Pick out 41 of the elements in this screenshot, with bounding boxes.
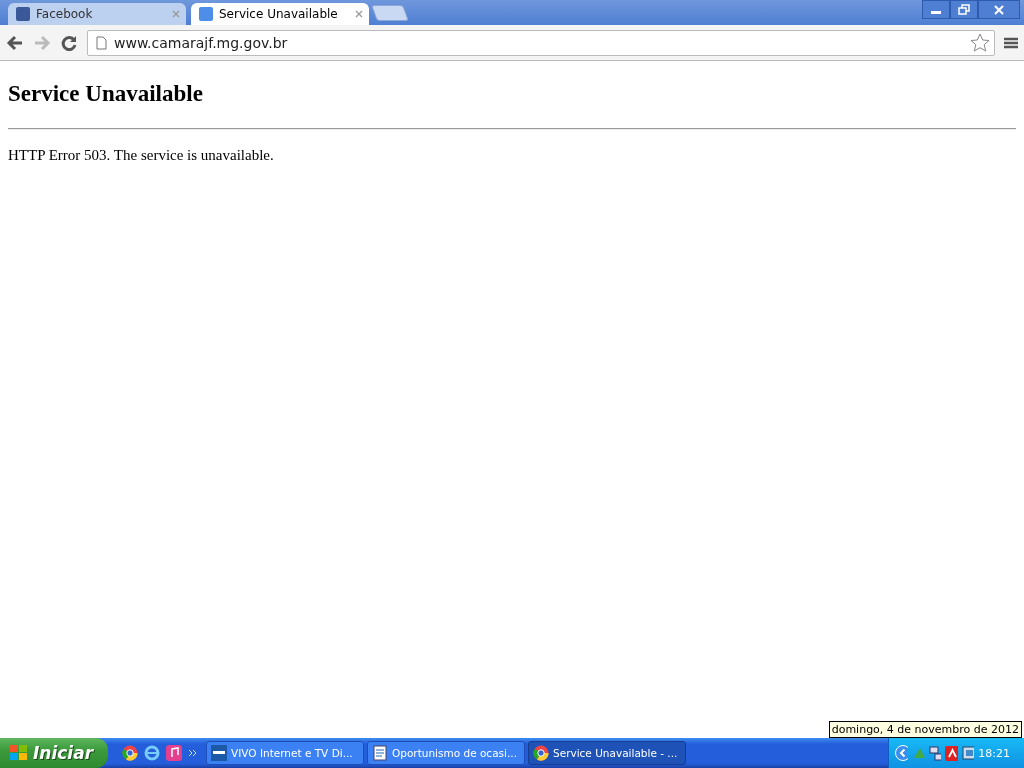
tab-title: Service Unavailable: [219, 7, 339, 21]
browser-tab[interactable]: Service Unavailable: [191, 3, 369, 25]
url-text: www.camarajf.mg.gov.br: [114, 34, 289, 51]
taskbar-button[interactable]: Service Unavailable - ...: [528, 741, 686, 765]
date-tooltip: domingo, 4 de novembro de 2012: [828, 721, 1022, 738]
minimize-icon: [931, 11, 941, 14]
chevron-icon[interactable]: [188, 748, 198, 758]
star-icon[interactable]: [970, 33, 990, 52]
chrome-icon: [533, 745, 549, 761]
chrome-icon[interactable]: [122, 745, 138, 761]
app-logo-icon: [211, 745, 227, 761]
antivirus-icon[interactable]: [945, 745, 958, 761]
close-button[interactable]: [978, 0, 1020, 19]
browser-tab[interactable]: Facebook: [8, 3, 186, 25]
network-icon[interactable]: [928, 745, 942, 761]
tab-title: Facebook: [36, 7, 94, 21]
taskbar-button[interactable]: VIVO Internet e TV Di...: [206, 741, 364, 765]
address-bar[interactable]: www.camarajf.mg.gov.br: [87, 29, 995, 56]
taskbar-button[interactable]: Oportunismo de ocasi...: [367, 741, 525, 765]
restore-button[interactable]: [950, 0, 978, 19]
browser-e-icon[interactable]: [144, 745, 160, 761]
music-note-icon[interactable]: [166, 745, 182, 761]
back-icon[interactable]: [6, 34, 24, 51]
error-message: HTTP Error 503. The service is unavailable.: [8, 147, 275, 164]
monitor-icon[interactable]: [961, 745, 975, 761]
windows-logo-icon: [10, 745, 28, 761]
start-button[interactable]: Iniciar: [0, 738, 108, 768]
chevron-left-icon[interactable]: [895, 745, 909, 761]
new-tab-button[interactable]: [371, 5, 409, 21]
close-icon[interactable]: [355, 10, 363, 18]
reload-icon[interactable]: [60, 33, 78, 52]
page-icon: [96, 35, 107, 50]
document-icon: [372, 745, 388, 761]
favicon-icon: [199, 7, 213, 21]
favicon-icon: [16, 7, 30, 21]
close-icon: [993, 4, 1005, 15]
clock: 18:21: [978, 746, 1011, 760]
restore-icon: [958, 4, 970, 15]
menu-icon[interactable]: [1004, 36, 1018, 49]
page-heading: Service Unavailable: [8, 81, 204, 107]
minimize-button[interactable]: [922, 0, 950, 19]
